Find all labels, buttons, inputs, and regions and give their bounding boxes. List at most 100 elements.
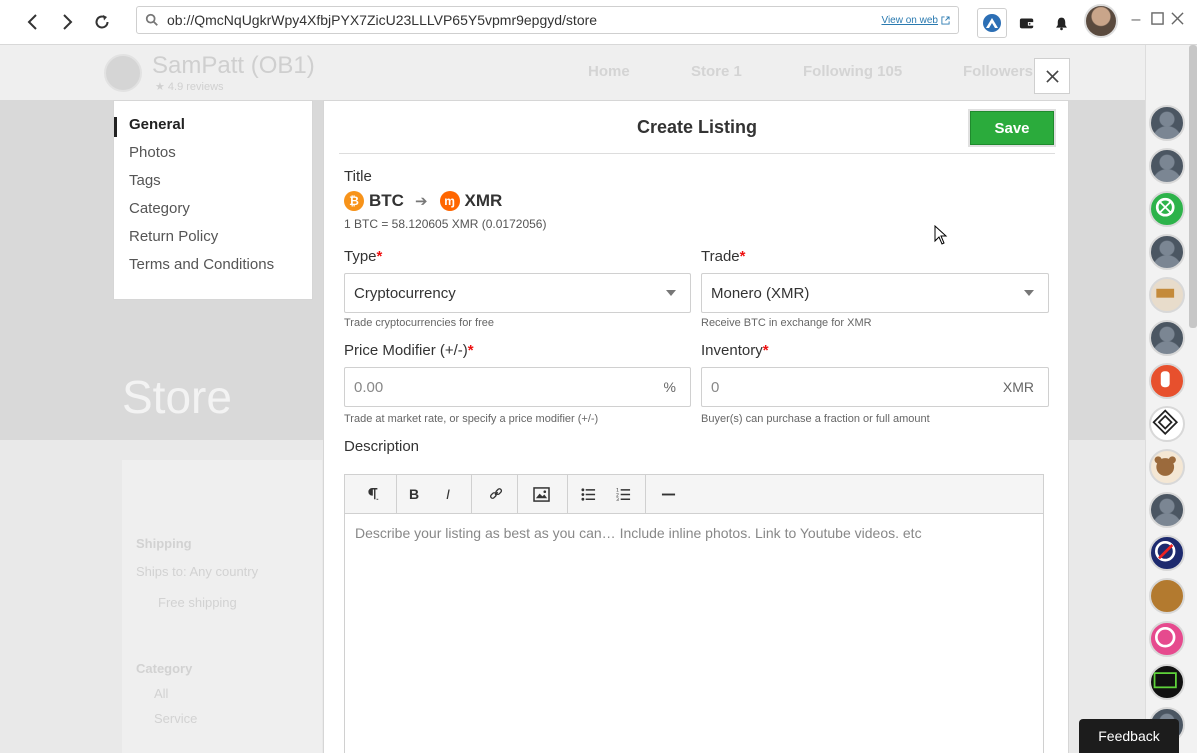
rail-avatar[interactable] [1149,105,1185,141]
forward-icon[interactable] [55,10,79,34]
italic-button[interactable]: I [435,475,461,513]
free-shipping-filter: Free shipping [158,595,237,610]
store-tab-following: Following 105 [803,63,903,80]
price-modifier-label: Price Modifier (+/-)* [344,342,474,359]
bell-icon[interactable] [1046,8,1076,38]
rail-avatar[interactable] [1149,148,1185,184]
bold-button[interactable]: B [401,475,427,513]
toolbar-separator [567,475,568,513]
rail-avatar[interactable] [1149,234,1185,270]
trade-help: Receive BTC in exchange for XMR [701,317,872,329]
category-service: Service [154,711,198,726]
store-name: SamPatt (OB1) [152,52,315,79]
exchange-rate: 1 BTC = 58.120605 XMR (0.0172056) [344,217,547,231]
rail-avatar[interactable] [1149,492,1185,528]
from-currency: BTC [369,191,404,210]
close-icon [1045,69,1059,83]
trade-select[interactable]: Monero (XMR) [701,273,1049,313]
rail-avatar[interactable] [1149,406,1185,442]
rail-avatar[interactable] [1149,320,1185,356]
category-all: All [154,686,169,701]
store-tab-followers: Followers [963,63,1034,80]
search-icon [145,12,161,28]
address-bar[interactable]: ob://QmcNqUgkrWpy4XfbjPYX7ZicU23LLLVP65Y… [136,6,959,34]
toolbar-separator [471,475,472,513]
trade-label-text: Trade [701,248,740,265]
trade-label: Trade* [701,248,745,265]
url-text[interactable]: ob://QmcNqUgkrWpy4XfbjPYX7ZicU23LLLVP65Y… [167,12,881,28]
view-on-web-link[interactable]: View on web [881,15,950,26]
svg-text:3: 3 [616,497,619,502]
maximize-icon[interactable] [1149,12,1165,28]
modal-title: Create Listing [636,117,758,137]
store-logo [104,54,142,92]
description-label: Description [344,438,420,455]
price-modifier-input[interactable]: 0.00 % [344,367,691,407]
nav-item-return-policy[interactable]: Return Policy [129,228,218,245]
category-heading: Category [136,661,193,676]
inventory-label-text: Inventory [701,342,763,359]
connection-status-icon[interactable] [977,8,1007,38]
title-label: Title [344,168,372,185]
create-listing-form: Create Listing Save Title ₿ BTC ➔ ɱ XMR … [323,100,1069,753]
horizontal-rule-icon[interactable] [655,475,681,513]
trade-value: Monero (XMR) [711,284,810,302]
chevron-down-icon [1024,290,1034,296]
browser-toolbar: ob://QmcNqUgkrWpy4XfbjPYX7ZicU23LLLVP65Y… [0,0,1197,45]
price-label-text: Price Modifier (+/-) [344,342,468,359]
listing-title: ₿ BTC ➔ ɱ XMR [344,191,502,211]
inventory-input[interactable]: 0 XMR [701,367,1049,407]
toolbar-separator [517,475,518,513]
image-icon[interactable] [527,475,555,513]
rail-avatar[interactable] [1149,449,1185,485]
description-editor[interactable]: Describe your listing as best as you can… [344,513,1044,753]
active-indicator [114,117,117,137]
type-help: Trade cryptocurrencies for free [344,317,494,329]
mouse-cursor-icon [934,225,948,245]
nav-item-terms[interactable]: Terms and Conditions [129,256,274,273]
listing-section-nav: General Photos Tags Category Return Poli… [113,100,313,300]
rail-avatar[interactable] [1149,578,1185,614]
user-avatar[interactable] [1084,4,1118,38]
ships-to-filter: Ships to: Any country [136,564,259,579]
required-marker: * [467,342,474,359]
editor-toolbar: B I 123 [344,474,1044,514]
paragraph-format-icon[interactable] [355,475,391,513]
nav-item-photos[interactable]: Photos [129,144,176,161]
external-link-icon [941,15,950,25]
wallet-icon[interactable] [1012,8,1042,38]
nav-item-general[interactable]: General [129,116,185,133]
price-help: Trade at market rate, or specify a price… [344,413,599,425]
feedback-button[interactable]: Feedback [1079,719,1179,753]
numbered-list-icon[interactable]: 123 [610,475,636,513]
bulleted-list-icon[interactable] [575,475,601,513]
window-close-icon[interactable] [1169,12,1185,28]
save-button[interactable]: Save [970,111,1054,145]
required-marker: * [739,248,746,265]
rail-avatar[interactable] [1149,363,1185,399]
minimize-icon[interactable]: – [1128,12,1144,28]
inventory-placeholder: 0 [711,378,720,396]
type-select[interactable]: Cryptocurrency [344,273,691,313]
percent-unit: % [663,379,676,395]
nav-item-category[interactable]: Category [129,200,190,217]
rail-avatar[interactable] [1149,621,1185,657]
nav-item-tags[interactable]: Tags [129,172,161,189]
reload-icon[interactable] [90,10,114,34]
rail-scrollbar[interactable] [1189,45,1197,328]
rail-avatar[interactable] [1149,664,1185,700]
type-label-text: Type [344,248,377,265]
close-modal-button[interactable] [1034,58,1070,94]
store-tab-store: Store 1 [691,63,742,80]
back-icon[interactable] [21,10,45,34]
description-placeholder: Describe your listing as best as you can… [355,525,922,541]
divider [339,153,1055,154]
type-label: Type* [344,248,382,265]
required-marker: * [376,248,383,265]
rail-avatar[interactable] [1149,277,1185,313]
toolbar-separator [645,475,646,513]
link-icon[interactable] [481,475,511,513]
required-marker: * [762,342,769,359]
rail-avatar[interactable] [1149,191,1185,227]
rail-avatar[interactable] [1149,535,1185,571]
